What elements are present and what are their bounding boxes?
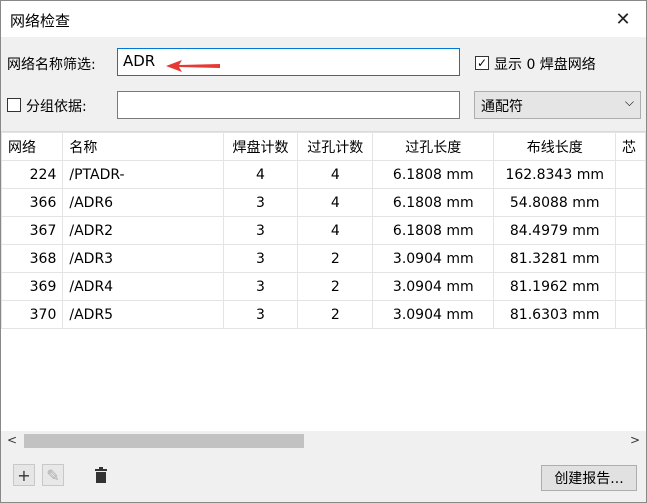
checkmark-icon: ✓ xyxy=(476,56,488,70)
cell-track-length: 84.4979 mm xyxy=(493,216,617,245)
show-zero-pad-label: 显示 0 焊盘网络 xyxy=(494,57,596,73)
cell-via-length: 6.1808 mm xyxy=(372,160,495,189)
cell-extra xyxy=(615,272,646,301)
table-row[interactable]: 366 /ADR6 3 4 6.1808 mm 54.8088 mm xyxy=(1,188,646,217)
cell-via-length: 6.1808 mm xyxy=(372,216,495,245)
cell-track-length: 81.3281 mm xyxy=(493,244,617,273)
trash-icon xyxy=(95,467,107,483)
cell-net: 370 xyxy=(1,300,64,329)
cell-via-count: 4 xyxy=(297,216,374,245)
table-row[interactable]: 370 /ADR5 3 2 3.0904 mm 81.6303 mm xyxy=(1,300,646,329)
cell-name: /ADR2 xyxy=(62,216,224,245)
cell-pad-count: 3 xyxy=(222,188,299,217)
net-inspector-window: 网络检查 ✕ 网络名称筛选: ADR ✓ 显示 0 焊盘网络 分组依据: 通配符… xyxy=(0,0,647,503)
cell-via-count: 4 xyxy=(297,188,374,217)
cell-via-count: 2 xyxy=(297,272,374,301)
plus-icon: + xyxy=(17,465,31,485)
cell-extra xyxy=(615,300,646,329)
table-row[interactable]: 368 /ADR3 3 2 3.0904 mm 81.3281 mm xyxy=(1,244,646,273)
horizontal-scrollbar[interactable]: < > xyxy=(1,431,646,451)
group-mode-select[interactable]: 通配符 ⌵ xyxy=(474,91,641,119)
scroll-right-icon[interactable]: > xyxy=(630,433,640,447)
annotation-arrow-icon xyxy=(166,60,220,72)
titlebar: 网络检查 ✕ xyxy=(1,1,646,37)
cell-net: 369 xyxy=(1,272,64,301)
show-zero-pad-checkbox[interactable]: ✓ xyxy=(475,56,489,70)
cell-via-count: 4 xyxy=(297,160,374,189)
cell-name: /ADR5 xyxy=(62,300,224,329)
scroll-left-icon[interactable]: < xyxy=(7,433,17,447)
col-header-pad-count[interactable]: 焊盘计数 xyxy=(222,132,299,161)
cell-extra xyxy=(615,216,646,245)
add-net-button[interactable]: + xyxy=(13,464,35,486)
group-mode-value: 通配符 xyxy=(481,99,523,115)
filter-label: 网络名称筛选: xyxy=(7,57,96,73)
table-row[interactable]: 224 /PTADR- 4 4 6.1808 mm 162.8343 mm xyxy=(1,160,646,189)
cell-pad-count: 4 xyxy=(222,160,299,189)
cell-track-length: 54.8088 mm xyxy=(493,188,617,217)
cell-pad-count: 3 xyxy=(222,300,299,329)
cell-name: /PTADR- xyxy=(62,160,224,189)
group-by-input[interactable] xyxy=(117,91,460,119)
cell-track-length: 81.1962 mm xyxy=(493,272,617,301)
group-by-label: 分组依据: xyxy=(26,99,87,115)
cell-pad-count: 3 xyxy=(222,244,299,273)
cell-net: 224 xyxy=(1,160,64,189)
table-row[interactable]: 367 /ADR2 3 4 6.1808 mm 84.4979 mm xyxy=(1,216,646,245)
scrollbar-thumb[interactable] xyxy=(24,434,304,448)
cell-via-count: 2 xyxy=(297,300,374,329)
cell-via-length: 3.0904 mm xyxy=(372,244,495,273)
cell-extra xyxy=(615,160,646,189)
net-filter-value: ADR xyxy=(123,52,156,70)
cell-track-length: 162.8343 mm xyxy=(493,160,617,189)
cell-net: 368 xyxy=(1,244,64,273)
col-header-name[interactable]: 名称 xyxy=(62,132,224,161)
cell-name: /ADR3 xyxy=(62,244,224,273)
net-table: 网络 名称 焊盘计数 过孔计数 过孔长度 布线长度 芯 224 /PTADR- … xyxy=(1,131,646,432)
cell-name: /ADR4 xyxy=(62,272,224,301)
cell-net: 366 xyxy=(1,188,64,217)
pencil-icon: ✎ xyxy=(46,465,60,485)
col-header-via-count[interactable]: 过孔计数 xyxy=(297,132,374,161)
create-report-button[interactable]: 创建报告... xyxy=(541,465,637,491)
table-header-row: 网络 名称 焊盘计数 过孔计数 过孔长度 布线长度 芯 xyxy=(1,132,646,161)
window-title: 网络检查 xyxy=(10,12,71,30)
cell-via-length: 3.0904 mm xyxy=(372,300,495,329)
table-row[interactable]: 369 /ADR4 3 2 3.0904 mm 81.1962 mm xyxy=(1,272,646,301)
edit-net-button[interactable]: ✎ xyxy=(42,464,64,486)
close-icon[interactable]: ✕ xyxy=(600,1,646,37)
delete-net-button[interactable] xyxy=(90,464,112,486)
cell-via-count: 2 xyxy=(297,244,374,273)
chevron-down-icon: ⌵ xyxy=(624,95,634,109)
cell-pad-count: 3 xyxy=(222,216,299,245)
col-header-via-length[interactable]: 过孔长度 xyxy=(372,132,495,161)
col-header-net[interactable]: 网络 xyxy=(1,132,64,161)
group-by-checkbox[interactable] xyxy=(7,98,21,112)
cell-pad-count: 3 xyxy=(222,272,299,301)
cell-via-length: 6.1808 mm xyxy=(372,188,495,217)
cell-name: /ADR6 xyxy=(62,188,224,217)
cell-net: 367 xyxy=(1,216,64,245)
col-header-extra[interactable]: 芯 xyxy=(615,132,646,161)
cell-extra xyxy=(615,188,646,217)
cell-extra xyxy=(615,244,646,273)
col-header-track-length[interactable]: 布线长度 xyxy=(493,132,617,161)
cell-via-length: 3.0904 mm xyxy=(372,272,495,301)
cell-track-length: 81.6303 mm xyxy=(493,300,617,329)
